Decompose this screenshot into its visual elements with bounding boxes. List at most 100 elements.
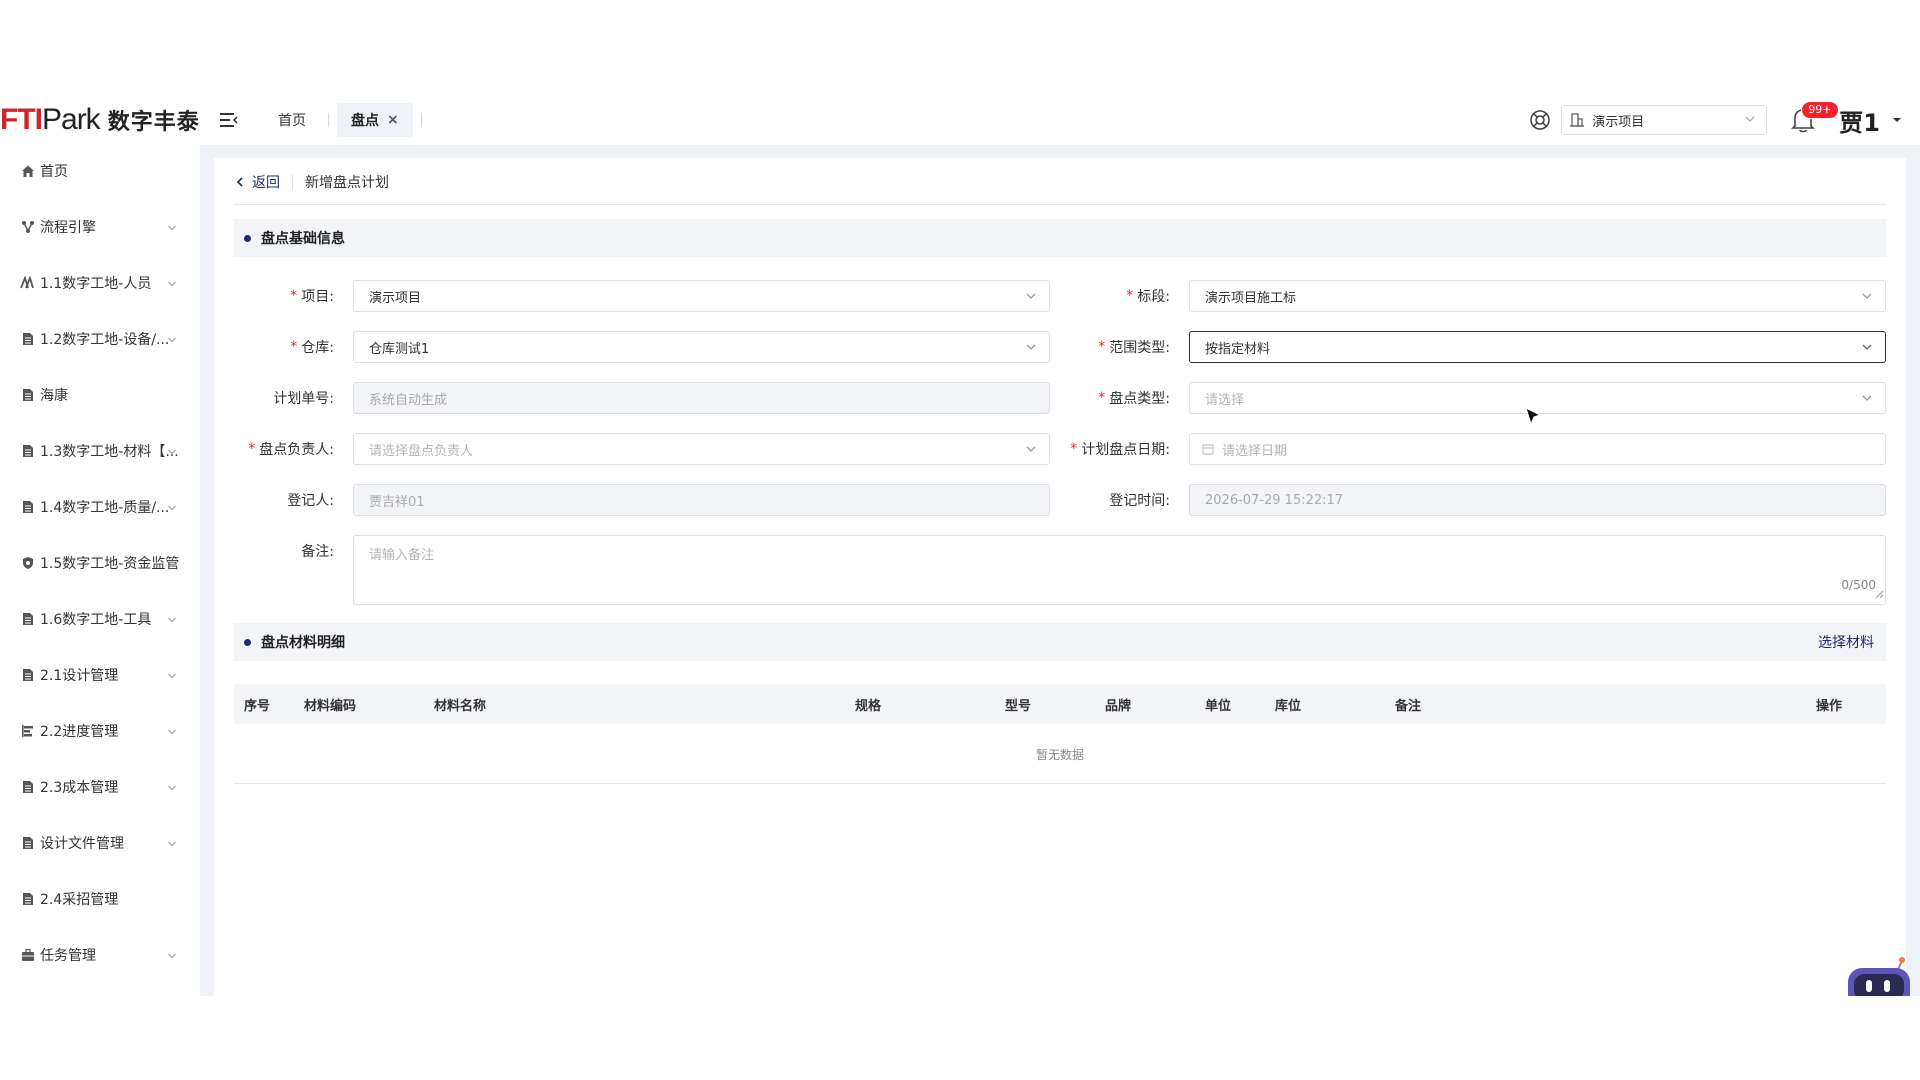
- sidebar-item-label: 1.1数字工地-人员: [40, 276, 152, 292]
- project-selector[interactable]: 演示项目: [1561, 105, 1768, 135]
- user-name[interactable]: 贾1: [1839, 103, 1880, 138]
- calendar-icon: [1202, 443, 1214, 455]
- help-icon[interactable]: [1527, 107, 1553, 133]
- warehouse-select[interactable]: 仓库测试1: [353, 331, 1050, 363]
- record-time-label: 登记时间:: [1070, 484, 1170, 516]
- scope-type-select[interactable]: 按指定材料: [1189, 331, 1886, 363]
- document-icon: [20, 891, 36, 907]
- sidebar-item[interactable]: 海康: [0, 375, 200, 415]
- notification-badge: 99+: [1801, 101, 1839, 119]
- back-link[interactable]: 返回: [234, 172, 280, 192]
- record-time-label-text: 登记时间:: [1109, 493, 1170, 509]
- warehouse-select-value: 仓库测试1: [369, 341, 430, 357]
- breadcrumb: 返回 新增盘点计划: [234, 170, 389, 194]
- sidebar-item[interactable]: 1.1数字工地-人员: [0, 263, 200, 303]
- assistant-robot-icon[interactable]: [1846, 956, 1912, 996]
- chevron-down-icon: [1861, 341, 1873, 357]
- top-header: FTI Park 数字丰泰 首页 盘点 × 演示项目 99+ 贾1: [0, 95, 1920, 145]
- sidebar-item-label: 1.4数字工地-质量/...: [40, 500, 170, 516]
- sidebar-item[interactable]: 1.3数字工地-材料【...: [0, 431, 200, 471]
- logo[interactable]: FTI Park 数字丰泰: [0, 100, 200, 140]
- sidebar-item[interactable]: 设计文件管理: [0, 823, 200, 863]
- sidebar-item[interactable]: 1.6数字工地-工具: [0, 599, 200, 639]
- logo-fti: FTI: [0, 103, 43, 136]
- sidebar-item[interactable]: 2.1设计管理: [0, 655, 200, 695]
- col-location: 库位: [1275, 698, 1302, 714]
- required-mark: *: [1098, 339, 1106, 355]
- plan-no-label-text: 计划单号:: [273, 391, 334, 407]
- page-title: 新增盘点计划: [305, 175, 389, 191]
- required-mark: *: [1070, 441, 1078, 457]
- remark-label: 备注:: [234, 535, 334, 567]
- sidebar-item[interactable]: 任务管理: [0, 935, 200, 975]
- chevron-down-icon: [1025, 290, 1037, 306]
- sidebar-item-label: 2.4采招管理: [40, 892, 119, 908]
- document-icon: [20, 331, 36, 347]
- sidebar-item-label: 2.2进度管理: [40, 724, 119, 740]
- chevron-down-icon: [166, 446, 178, 462]
- chevron-down-icon: [166, 222, 178, 238]
- col-model: 型号: [1005, 698, 1032, 714]
- remark-textarea[interactable]: 请输入备注 0/500: [353, 535, 1886, 605]
- breadcrumb-divider: [292, 175, 293, 189]
- plan-no-label: 计划单号:: [234, 382, 334, 414]
- tab-divider: [420, 113, 422, 127]
- plan-date-label-text: 计划盘点日期:: [1081, 442, 1170, 458]
- select-material-button[interactable]: 选择材料: [1818, 632, 1874, 652]
- chevron-left-icon: [236, 177, 243, 187]
- sidebar-item-label: 流程引擎: [40, 220, 96, 236]
- sidebar-item[interactable]: 2.4采招管理: [0, 879, 200, 919]
- plan-date-picker[interactable]: 请选择日期: [1189, 433, 1886, 465]
- sidebar-item-label: 1.3数字工地-材料【...: [40, 444, 179, 460]
- sidebar-item[interactable]: 1.4数字工地-质量/...: [0, 487, 200, 527]
- document-icon: [20, 499, 36, 515]
- notification-bell[interactable]: 99+: [1783, 100, 1839, 140]
- document-icon: [20, 443, 36, 459]
- col-material-name: 材料名称: [434, 698, 487, 714]
- chevron-down-icon: [166, 726, 178, 742]
- tab-close-icon[interactable]: ×: [387, 112, 399, 128]
- sidebar-item[interactable]: 1.5数字工地-资金监管: [0, 543, 200, 583]
- section-select[interactable]: 演示项目施工标: [1189, 280, 1886, 312]
- project-label: * 项目:: [234, 280, 334, 312]
- owner-placeholder: 请选择盘点负责人: [369, 443, 474, 459]
- chevron-down-icon: [166, 782, 178, 798]
- record-time-input: 2026-07-29 15:22:17: [1189, 484, 1886, 516]
- sidebar-item[interactable]: 流程引擎: [0, 207, 200, 247]
- chevron-down-icon: [1744, 113, 1756, 129]
- resize-handle-icon[interactable]: [1875, 588, 1884, 603]
- sidebar-item-label: 1.6数字工地-工具: [40, 612, 152, 628]
- project-select[interactable]: 演示项目: [353, 280, 1050, 312]
- remark-label-text: 备注:: [301, 544, 334, 560]
- scope-type-label-text: 范围类型:: [1109, 340, 1170, 356]
- tab-inventory[interactable]: 盘点 ×: [337, 103, 413, 137]
- recorder-input: 贾吉祥01: [353, 484, 1050, 516]
- recorder-label-text: 登记人:: [287, 493, 334, 509]
- sidebar-item[interactable]: 首页: [0, 151, 200, 191]
- document-icon: [20, 835, 36, 851]
- menu-collapse-icon[interactable]: [214, 105, 244, 135]
- sidebar-item[interactable]: 2.3成本管理: [0, 767, 200, 807]
- col-material-code: 材料编码: [304, 698, 357, 714]
- section-basic-info-title: 盘点基础信息: [261, 231, 345, 247]
- sidebar-item[interactable]: 1.2数字工地-设备/...: [0, 319, 200, 359]
- owner-select[interactable]: 请选择盘点负责人: [353, 433, 1050, 465]
- table-bottom-line: [234, 783, 1886, 784]
- logo-park: Park: [42, 103, 101, 136]
- caret-down-icon[interactable]: [1892, 116, 1902, 124]
- required-mark: *: [290, 339, 298, 355]
- sidebar-item[interactable]: 2.2进度管理: [0, 711, 200, 751]
- chevron-down-icon: [166, 838, 178, 854]
- document-icon: [20, 779, 36, 795]
- col-action: 操作: [1816, 698, 1843, 714]
- back-link-label: 返回: [252, 175, 280, 191]
- chevron-down-icon: [166, 502, 178, 518]
- section-dot: [244, 234, 251, 242]
- scope-type-select-value: 按指定材料: [1205, 341, 1271, 357]
- sidebar-item-label: 首页: [40, 164, 68, 180]
- document-icon: [20, 611, 36, 627]
- tab-home[interactable]: 首页: [264, 103, 320, 137]
- people-icon: [20, 275, 36, 291]
- required-mark: *: [1126, 288, 1134, 304]
- count-type-placeholder: 请选择: [1205, 392, 1245, 408]
